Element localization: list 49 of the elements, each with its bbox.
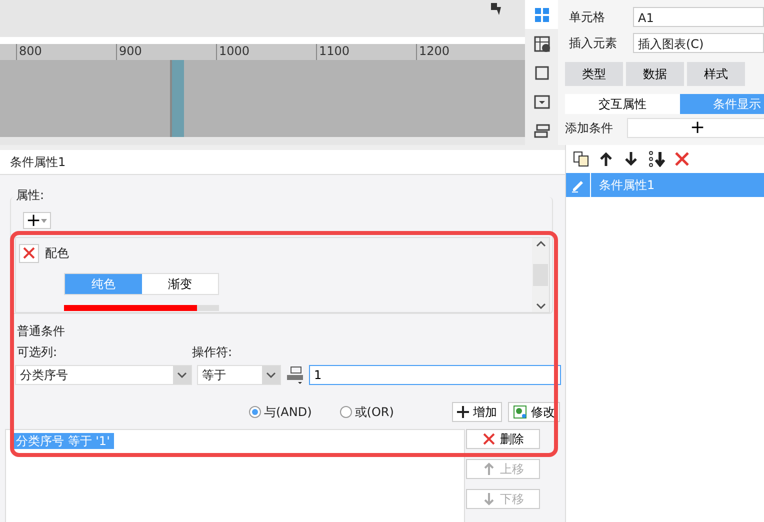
field-label: 插入元素 xyxy=(569,35,618,52)
tab[interactable]: 数据 xyxy=(626,62,684,86)
chevron-down-icon xyxy=(177,372,187,378)
remove-button[interactable] xyxy=(19,244,39,262)
radio-option[interactable]: 或(OR) xyxy=(340,402,394,420)
arrow-up-icon[interactable] xyxy=(598,151,614,167)
arrow-down-icon[interactable] xyxy=(623,151,639,167)
modify-button[interactable]: 修改 xyxy=(508,402,560,422)
tab[interactable]: 类型 xyxy=(565,62,623,86)
arrow-down-icon xyxy=(482,492,496,506)
section-label: 普通条件 xyxy=(17,322,66,340)
value-field[interactable]: 1 xyxy=(309,364,561,384)
add-dropdown[interactable]: + xyxy=(23,212,51,229)
chevron-down-icon[interactable] xyxy=(536,302,546,308)
chevron-up-icon[interactable] xyxy=(536,240,546,246)
element-field[interactable]: 插入图表(C) xyxy=(633,33,764,53)
cell-field[interactable]: A1 xyxy=(633,7,764,27)
frame-icon[interactable] xyxy=(532,64,550,82)
text-type-icon[interactable] xyxy=(286,364,304,384)
table-icon[interactable] xyxy=(532,34,550,52)
tab[interactable]: 交互属性 xyxy=(565,94,680,114)
field-label: 添加条件 xyxy=(565,120,613,137)
delete-icon[interactable] xyxy=(675,152,689,166)
add-button[interactable]: + xyxy=(627,118,764,138)
operator-select[interactable]: 等于 xyxy=(197,364,281,384)
close-icon xyxy=(22,246,36,260)
field-label: 单元格 xyxy=(569,9,606,26)
field-label: 操作符: xyxy=(192,344,232,360)
attribute-name: 配色 xyxy=(45,245,69,262)
radio-option[interactable]: 与(AND) xyxy=(249,402,312,420)
section-label: 属性: xyxy=(15,186,46,204)
field-label: 可选列: xyxy=(17,344,58,360)
tab[interactable]: 渐变 xyxy=(142,274,218,294)
arrow-up-icon xyxy=(482,462,496,476)
plus-icon xyxy=(457,406,469,418)
move-to-bottom-icon[interactable] xyxy=(648,151,666,167)
copy-icon[interactable] xyxy=(573,151,589,167)
dialog-title: 条件属性1 xyxy=(0,150,565,175)
chevron-down-icon xyxy=(266,372,276,378)
tab[interactable]: 样式 xyxy=(687,62,745,86)
column-select[interactable]: 分类序号 xyxy=(15,364,192,384)
stack-icon[interactable] xyxy=(532,122,550,140)
close-icon xyxy=(482,432,496,446)
dropdown-icon[interactable] xyxy=(532,92,550,110)
delete-button[interactable]: 删除 xyxy=(466,428,540,448)
grid-icon[interactable] xyxy=(532,6,550,24)
add-button[interactable]: 增加 xyxy=(452,402,502,422)
caret-icon xyxy=(41,218,48,223)
scrollbar[interactable] xyxy=(532,238,549,312)
